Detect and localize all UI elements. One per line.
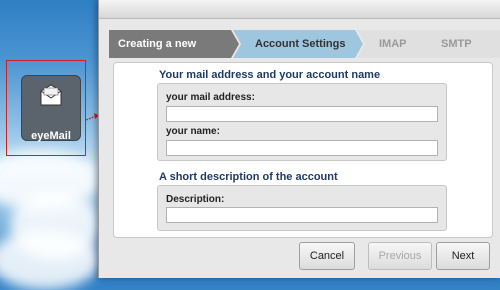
description-label: Description: <box>166 194 225 205</box>
cancel-button[interactable]: Cancel <box>299 242 355 270</box>
mail-address-label: your mail address: <box>166 92 255 103</box>
next-button[interactable]: Next <box>436 242 490 270</box>
account-section-title: Your mail address and your account name <box>159 69 381 81</box>
mail-address-input[interactable] <box>166 106 438 122</box>
step-creating-account: Creating a new account <box>109 30 239 58</box>
eyemail-icon-label: eyeMail <box>31 130 71 142</box>
eyemail-desktop-icon[interactable]: eyeMail <box>6 60 86 156</box>
window-titlebar[interactable] <box>99 0 500 19</box>
step-imap-server: IMAP Server <box>357 30 437 58</box>
step-smtp-server: SMTP Server <box>431 30 500 78</box>
your-name-input[interactable] <box>166 140 438 156</box>
background-cloud <box>0 230 100 290</box>
account-wizard-window: Creating a new account Account Settings … <box>98 0 500 278</box>
description-fields-group: Description: <box>157 185 447 231</box>
description-input[interactable] <box>166 207 438 223</box>
previous-button[interactable]: Previous <box>368 242 432 270</box>
step-account-settings: Account Settings <box>233 30 363 58</box>
your-name-label: your name: <box>166 126 220 137</box>
eyemail-app-tile[interactable]: eyeMail <box>21 75 81 142</box>
settings-panel: Your mail address and your account name … <box>113 62 493 238</box>
description-section-title: A short description of the account <box>159 171 338 183</box>
wizard-steps: Creating a new account Account Settings … <box>109 30 500 78</box>
mail-envelope-icon <box>40 84 62 106</box>
account-fields-group: your mail address: your name: <box>157 83 447 161</box>
